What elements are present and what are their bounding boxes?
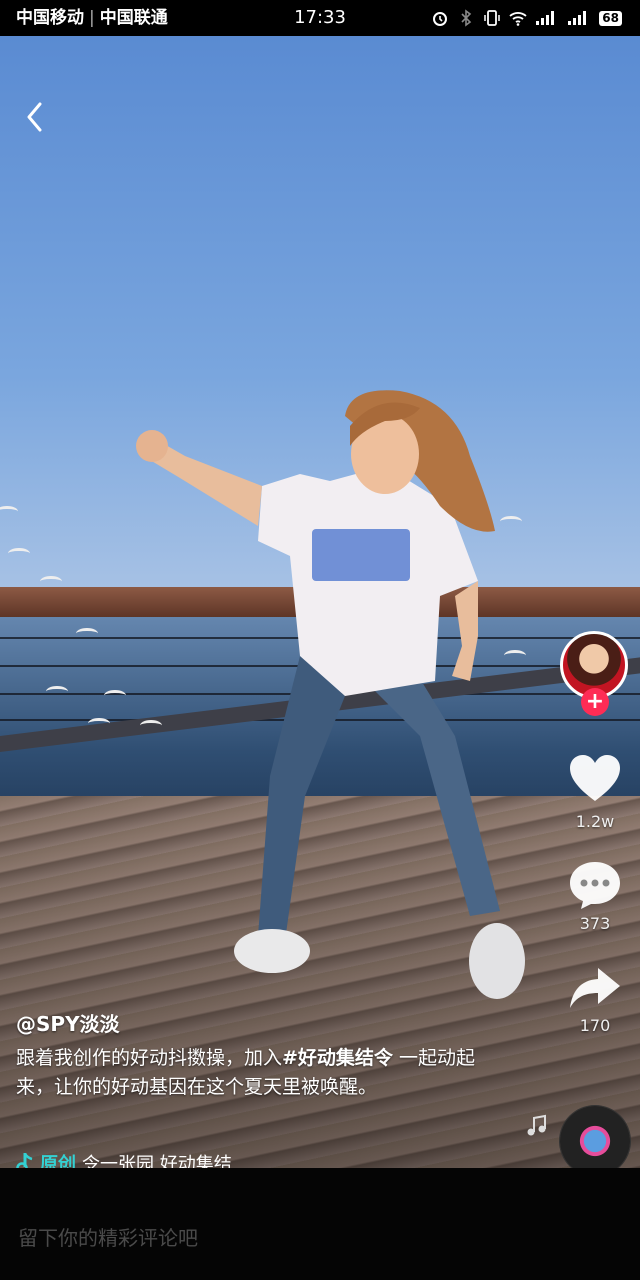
- battery-indicator: 68: [599, 10, 622, 26]
- status-bar: 中国移动 | 中国联通 17:33 68: [0, 0, 640, 36]
- signal-icon-2: [568, 11, 587, 25]
- wifi-icon: [509, 12, 527, 26]
- video-caption: 跟着我创作的好动抖擞操，加入#好动集结令 一起动起来，让你的好动基因在这个夏天里…: [16, 1044, 486, 1102]
- author-name[interactable]: @SPY淡淡: [16, 1008, 120, 1037]
- like-heart-icon[interactable]: [568, 754, 622, 804]
- caption-text: 跟着我创作的好动抖擞操，加入: [16, 1047, 283, 1069]
- video-player[interactable]: [0, 36, 640, 1168]
- video-dancer: [136, 390, 525, 999]
- follow-plus-button[interactable]: +: [581, 688, 609, 716]
- share-arrow-icon[interactable]: [568, 966, 622, 1010]
- signal-icon-1: [536, 11, 555, 25]
- music-note-small-icon: [527, 1114, 546, 1136]
- vibrate-icon: [484, 10, 501, 26]
- caption-hashtag[interactable]: #好动集结令: [282, 1047, 393, 1069]
- bluetooth-icon: [461, 9, 472, 27]
- back-arrow-icon[interactable]: [22, 100, 50, 134]
- comment-input[interactable]: [16, 1222, 520, 1254]
- alarm-icon: [433, 12, 448, 26]
- like-count: 1.2w: [575, 812, 615, 831]
- status-icons: 68: [431, 0, 622, 36]
- comment-count: 373: [579, 914, 611, 933]
- music-disc[interactable]: [560, 1106, 630, 1176]
- comment-bubble-icon[interactable]: [568, 860, 622, 910]
- share-count: 170: [579, 1016, 611, 1035]
